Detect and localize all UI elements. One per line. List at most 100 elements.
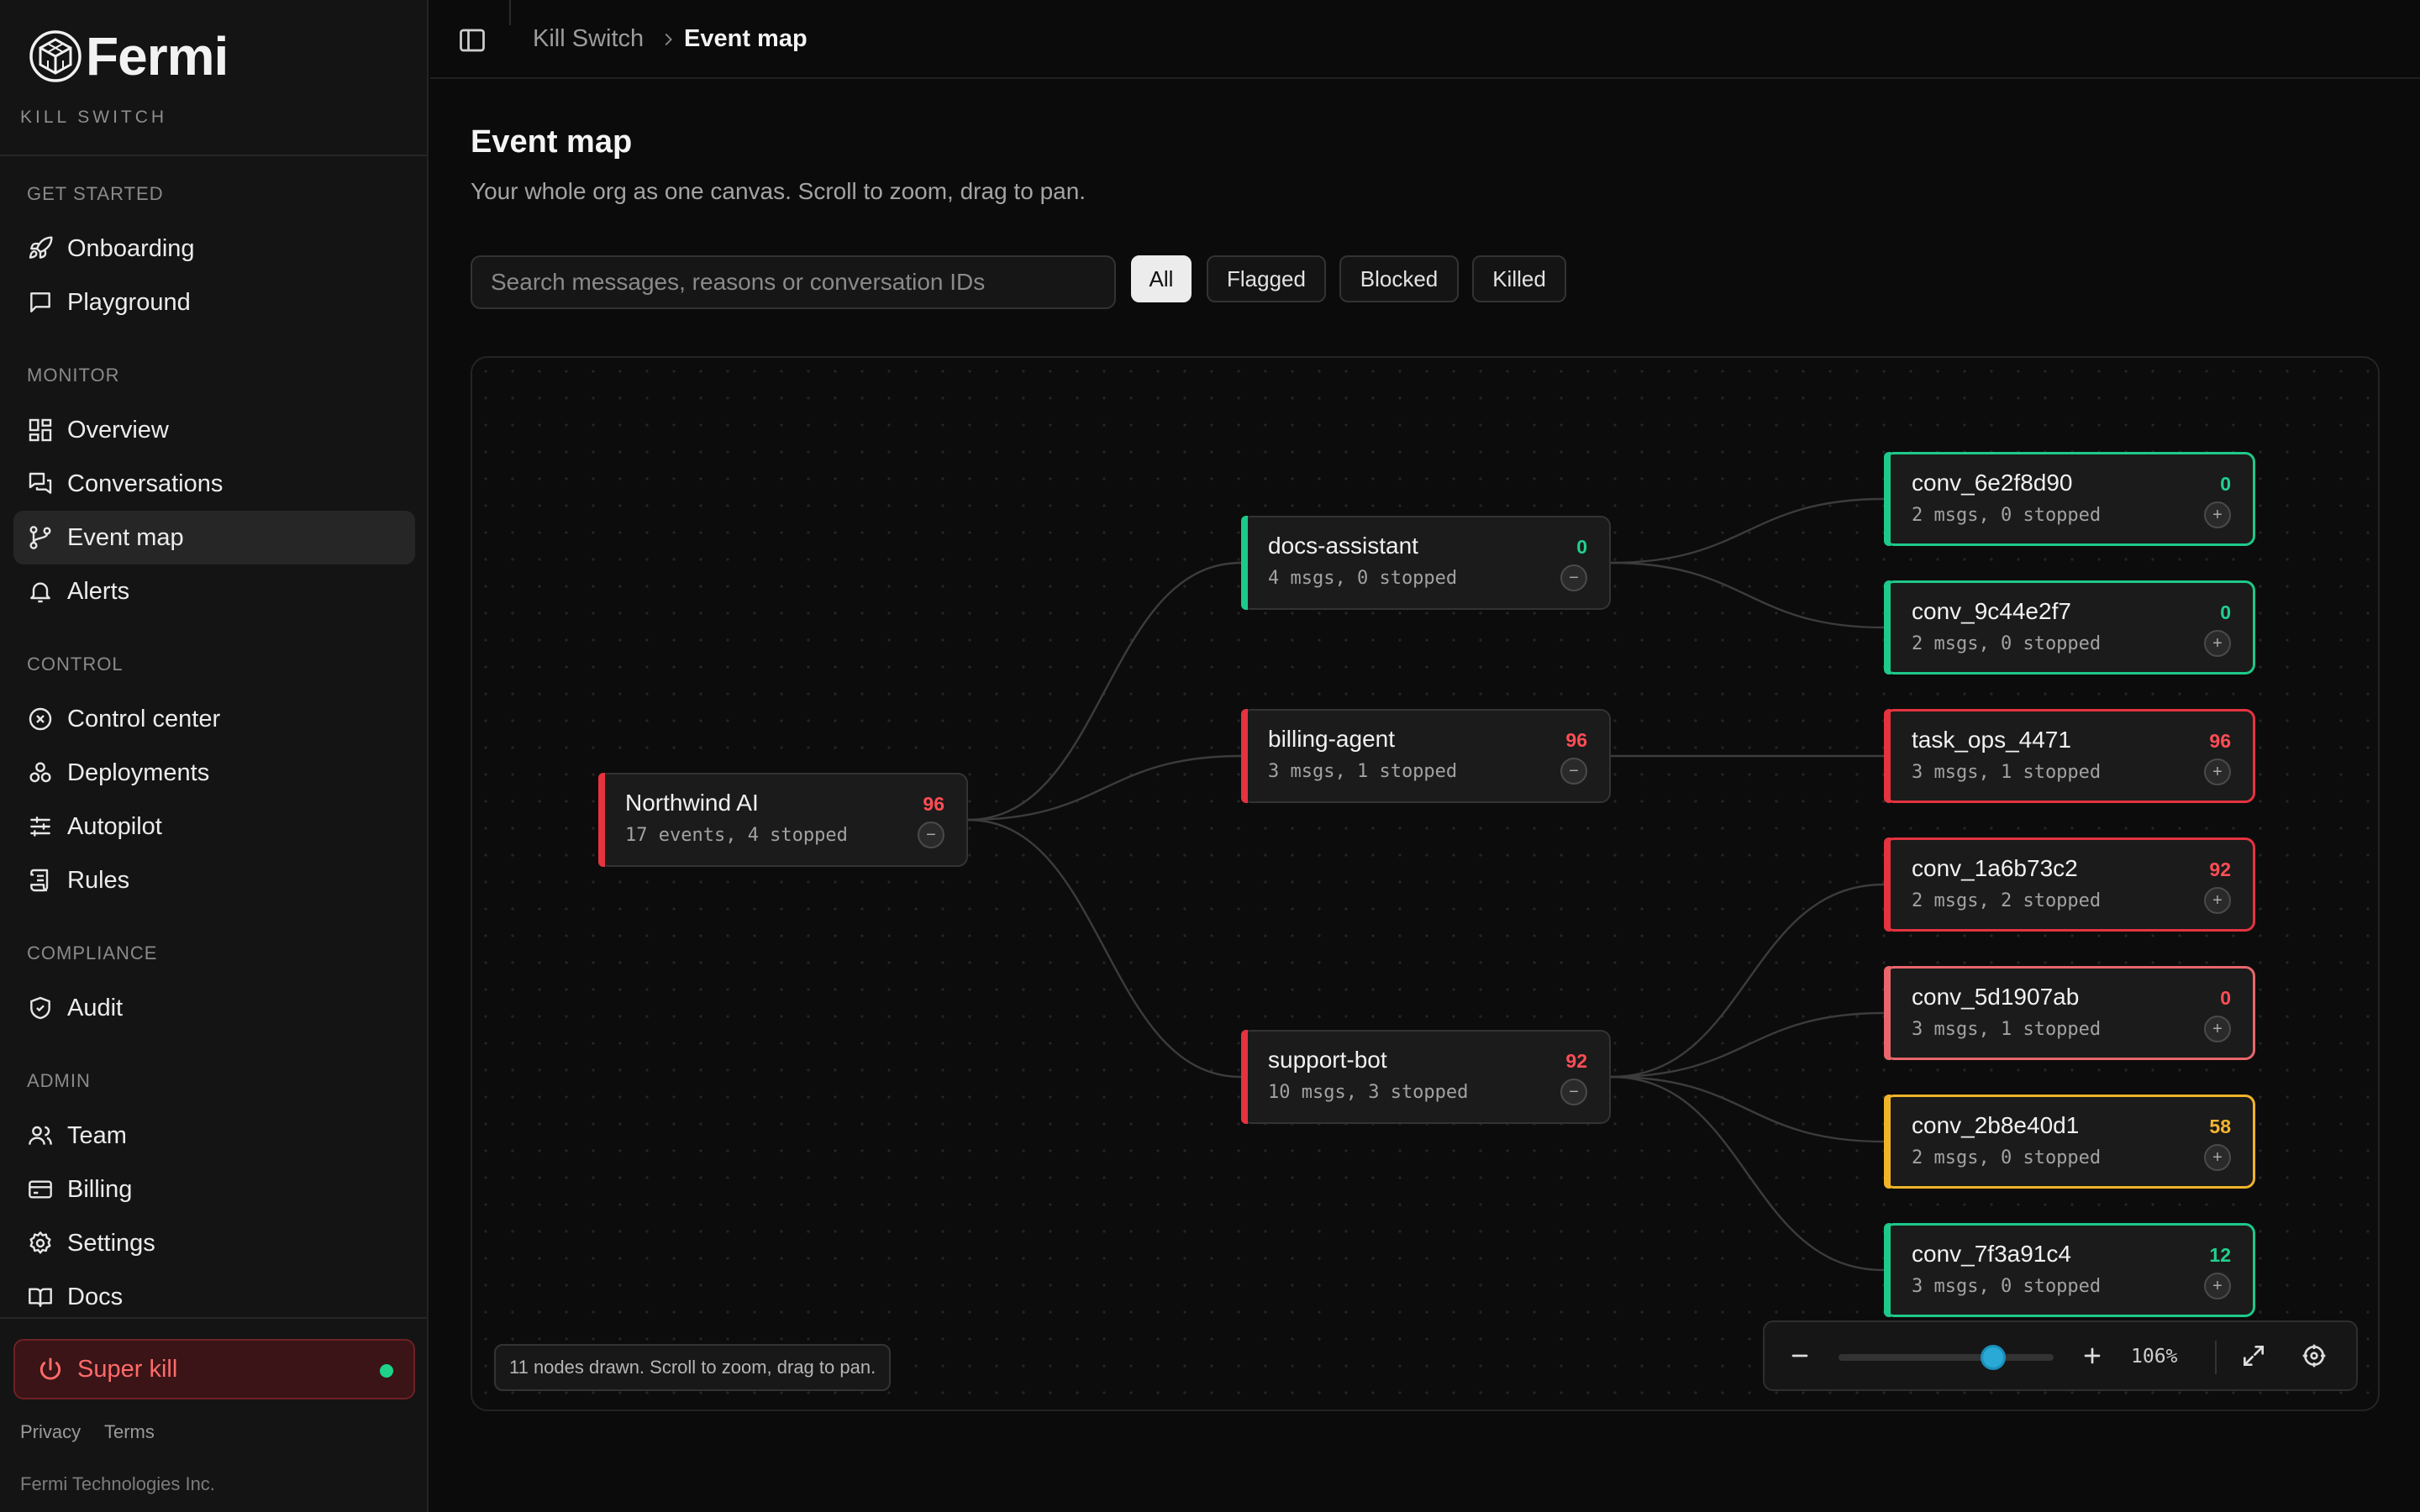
conversation-node[interactable]: conv_2b8e40d1 2 msgs, 0 stopped 58 + — [1884, 1095, 2255, 1189]
sidebar-item-settings[interactable]: Settings — [13, 1216, 415, 1270]
sidebar-item-playground[interactable]: Playground — [13, 276, 415, 329]
rocket-icon — [29, 236, 53, 259]
boxes-icon — [29, 762, 51, 783]
circle-x-icon — [29, 707, 52, 731]
filter-all[interactable]: All — [1131, 255, 1192, 302]
node-meta: 3 msgs, 1 stopped — [1912, 762, 2102, 783]
node-title: billing-agent — [1268, 726, 1395, 752]
terms-link[interactable]: Terms — [104, 1421, 155, 1443]
sidebar-item-autopilot[interactable]: Autopilot — [13, 800, 415, 853]
chevron-right-icon — [665, 33, 672, 46]
sidebar-item-conversations[interactable]: Conversations — [13, 457, 415, 511]
sidebar-toggle-icon[interactable] — [457, 25, 487, 55]
sidebar-item-audit[interactable]: Audit — [13, 981, 415, 1035]
risk-score: 0 — [2220, 601, 2231, 623]
fit-view-icon[interactable] — [2240, 1342, 2267, 1369]
collapse-button[interactable]: − — [1560, 758, 1587, 785]
status-bar — [1884, 580, 1891, 675]
status-bar — [1884, 452, 1891, 546]
sidebar-item-overview[interactable]: Overview — [13, 403, 415, 457]
sidebar-item-team[interactable]: Team — [13, 1109, 415, 1163]
expand-button[interactable]: + — [2204, 501, 2231, 528]
conversation-node[interactable]: conv_1a6b73c2 2 msgs, 2 stopped 92 + — [1884, 837, 2255, 932]
node-meta: 10 msgs, 3 stopped — [1268, 1082, 1469, 1103]
status-bar — [1241, 709, 1248, 803]
risk-score: 12 — [2209, 1244, 2231, 1266]
risk-score: 0 — [1576, 536, 1587, 558]
divider — [0, 1317, 427, 1319]
sidebar-item-label: Alerts — [67, 577, 130, 605]
privacy-link[interactable]: Privacy — [20, 1421, 81, 1443]
risk-score: 92 — [1565, 1050, 1587, 1072]
graph-edge — [1610, 497, 1885, 564]
expand-button[interactable]: + — [2204, 1144, 2231, 1171]
node-meta: 2 msgs, 0 stopped — [1912, 505, 2102, 526]
book-icon — [29, 1288, 52, 1307]
sidebar-item-rules[interactable]: Rules — [13, 853, 415, 907]
collapse-button[interactable]: − — [918, 822, 944, 848]
collapse-button[interactable]: − — [1560, 1079, 1587, 1105]
conversation-node[interactable]: conv_9c44e2f7 2 msgs, 0 stopped 0 + — [1884, 580, 2255, 675]
conversation-node[interactable]: task_ops_4471 3 msgs, 1 stopped 96 + — [1884, 709, 2255, 803]
expand-button[interactable]: + — [2204, 1273, 2231, 1299]
event-map-canvas[interactable]: Northwind AI 17 events, 4 stopped 96− docs-… — [471, 356, 2380, 1411]
agent-node[interactable]: support-bot 10 msgs, 3 stopped 92 − — [1241, 1030, 1611, 1124]
zoom-slider[interactable] — [1839, 1345, 2054, 1370]
sidebar-item-label: Onboarding — [67, 234, 195, 262]
filter-flagged[interactable]: Flagged — [1207, 255, 1326, 302]
sidebar-item-alerts[interactable]: Alerts — [13, 564, 415, 618]
zoom-out-icon[interactable] — [1786, 1342, 1813, 1369]
sidebar-item-event-map[interactable]: Event map — [13, 511, 415, 564]
collapse-button[interactable]: − — [1560, 564, 1587, 591]
node-title: conv_5d1907ab — [1912, 984, 2080, 1010]
status-bar — [1241, 1030, 1248, 1124]
product-name: KILL SWITCH — [20, 108, 168, 127]
expand-button[interactable]: + — [2204, 1016, 2231, 1042]
sidebar-item-billing[interactable]: Billing — [13, 1163, 415, 1216]
fermi-logo-icon — [29, 30, 82, 82]
conversation-node[interactable]: conv_5d1907ab 3 msgs, 1 stopped 0 + — [1884, 966, 2255, 1060]
status-bar — [1884, 1223, 1891, 1317]
expand-button[interactable]: + — [2204, 759, 2231, 785]
zoom-in-icon[interactable] — [2079, 1342, 2106, 1369]
brand[interactable]: Fermi — [29, 25, 229, 87]
git-branch-icon — [29, 526, 51, 549]
node-meta: 2 msgs, 2 stopped — [1912, 890, 2102, 911]
risk-score: 58 — [2209, 1116, 2231, 1137]
sidebar-item-deployments[interactable]: Deployments — [13, 746, 415, 800]
graph-edge — [1610, 883, 1885, 1079]
graph-edge — [1610, 1075, 1885, 1272]
risk-score: 0 — [2220, 987, 2231, 1009]
copyright: Fermi Technologies Inc. — [20, 1473, 215, 1494]
breadcrumb-root[interactable]: Kill Switch — [533, 25, 644, 53]
org-node[interactable]: Northwind AI 17 events, 4 stopped 96 − — [598, 773, 968, 867]
crosshair-icon[interactable] — [2301, 1342, 2328, 1369]
super-kill-button[interactable]: Super kill — [13, 1339, 415, 1399]
sidebar-item-docs[interactable]: Docs — [13, 1270, 415, 1324]
node-title: support-bot — [1268, 1047, 1387, 1073]
conversation-node[interactable]: conv_6e2f8d90 2 msgs, 0 stopped 0 + — [1884, 452, 2255, 546]
filter-killed[interactable]: Killed — [1472, 255, 1566, 302]
filter-blocked[interactable]: Blocked — [1339, 255, 1459, 302]
sliders-icon — [30, 816, 50, 837]
sidebar-item-label: Overview — [67, 416, 169, 444]
section-admin: ADMIN — [27, 1070, 91, 1091]
sidebar-item-label: Conversations — [67, 470, 224, 497]
expand-button[interactable]: + — [2204, 887, 2231, 914]
conversation-node[interactable]: conv_7f3a91c4 3 msgs, 0 stopped 12 + — [1884, 1223, 2255, 1317]
zoom-slider-thumb[interactable] — [1981, 1345, 2007, 1370]
search-input[interactable] — [471, 255, 1116, 309]
sidebar-item-control-center[interactable]: Control center — [13, 692, 415, 746]
status-bar — [1241, 516, 1248, 610]
section-control: CONTROL — [27, 654, 124, 675]
section-get-started: GET STARTED — [27, 183, 164, 204]
sidebar: Fermi KILL SWITCH GET STARTED Onboarding… — [0, 0, 429, 1512]
sidebar-item-onboarding[interactable]: Onboarding — [13, 222, 415, 276]
risk-score: 92 — [2209, 858, 2231, 880]
agent-node[interactable]: docs-assistant 4 msgs, 0 stopped 0 − — [1241, 516, 1611, 610]
node-meta: 4 msgs, 0 stopped — [1268, 568, 1458, 589]
agent-node[interactable]: billing-agent 3 msgs, 1 stopped 96 − — [1241, 709, 1611, 803]
expand-button[interactable]: + — [2204, 630, 2231, 657]
sidebar-item-label: Deployments — [67, 759, 210, 786]
node-meta: 3 msgs, 1 stopped — [1268, 761, 1458, 782]
